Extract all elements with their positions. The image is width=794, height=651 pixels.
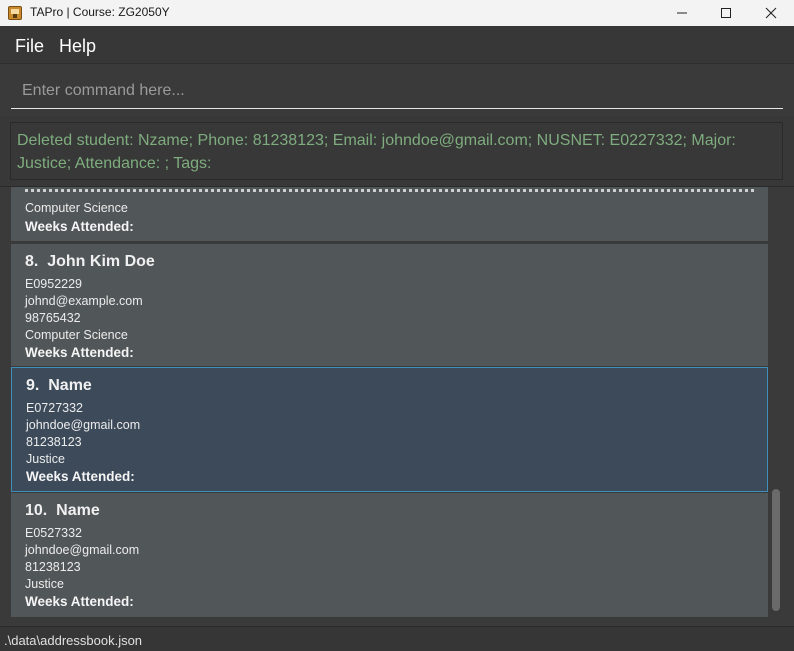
minimize-icon [677, 12, 687, 14]
menu-file[interactable]: File [15, 36, 44, 57]
student-phone: 81238123 [25, 560, 81, 574]
save-location: .\data\addressbook.json [4, 633, 143, 648]
student-weeks-label: Weeks Attended: [25, 219, 134, 234]
student-weeks-label: Weeks Attended: [25, 345, 134, 360]
command-box [0, 64, 794, 116]
menu-help[interactable]: Help [59, 36, 96, 57]
student-email: johndoe@gmail.com [26, 418, 141, 432]
result-display-container: Deleted student: Nzame; Phone: 81238123;… [0, 116, 794, 186]
student-major: Computer Science [25, 328, 128, 342]
command-input[interactable] [11, 73, 783, 109]
student-nusnet: E0527332 [25, 526, 83, 540]
student-card[interactable]: 8. John Kim Doe E0952229 johnd@example.c… [11, 244, 768, 366]
student-title: 10. Name [25, 502, 100, 520]
student-card[interactable]: 10. Name E0527332 johndoe@gmail.com 8123… [11, 493, 768, 617]
list-scrollbar-thumb[interactable] [772, 489, 780, 611]
student-phone: 81238123 [26, 435, 82, 449]
student-name: John Kim Doe [47, 253, 155, 270]
student-title: 9. Name [26, 377, 92, 395]
student-nusnet: E0952229 [25, 277, 83, 291]
student-major: Justice [26, 452, 65, 466]
student-weeks-label: Weeks Attended: [26, 469, 135, 484]
student-index: 8. [25, 253, 39, 270]
student-email: johndoe@gmail.com [25, 543, 140, 557]
close-button[interactable] [748, 0, 794, 26]
result-line-2: Justice; Attendance: ; Tags: [17, 155, 212, 172]
app-icon [8, 5, 22, 20]
minimize-button[interactable] [659, 0, 705, 26]
list-scrollbar[interactable] [770, 187, 782, 617]
student-index: 9. [26, 377, 40, 394]
student-major: Computer Science [25, 201, 128, 215]
student-email: johnd@example.com [25, 294, 143, 308]
maximize-icon [721, 8, 731, 18]
student-card-partial[interactable]: Computer Science Weeks Attended: [11, 187, 768, 241]
status-bar: .\data\addressbook.json [0, 626, 794, 651]
student-name: Name [48, 377, 92, 394]
student-phone: 98765432 [25, 311, 81, 325]
student-name: Name [56, 502, 100, 519]
maximize-button[interactable] [703, 0, 749, 26]
student-title: 8. John Kim Doe [25, 253, 155, 271]
title-bar: TAPro | Course: ZG2050Y [0, 0, 794, 26]
student-card-selected[interactable]: 9. Name E0727332 johndoe@gmail.com 81238… [11, 367, 768, 492]
student-index: 10. [25, 502, 48, 519]
menu-bar: File Help [0, 26, 794, 64]
close-icon [765, 7, 777, 19]
window-title: TAPro | Course: ZG2050Y [30, 5, 170, 19]
student-major: Justice [25, 577, 64, 591]
student-list[interactable]: Computer Science Weeks Attended: 8. John… [11, 187, 768, 617]
result-line-1: Deleted student: Nzame; Phone: 81238123;… [17, 132, 736, 149]
student-nusnet: E0727332 [26, 401, 84, 415]
student-list-panel: Computer Science Weeks Attended: 8. John… [0, 186, 794, 626]
result-display[interactable]: Deleted student: Nzame; Phone: 81238123;… [10, 122, 783, 180]
student-weeks-label: Weeks Attended: [25, 594, 134, 609]
